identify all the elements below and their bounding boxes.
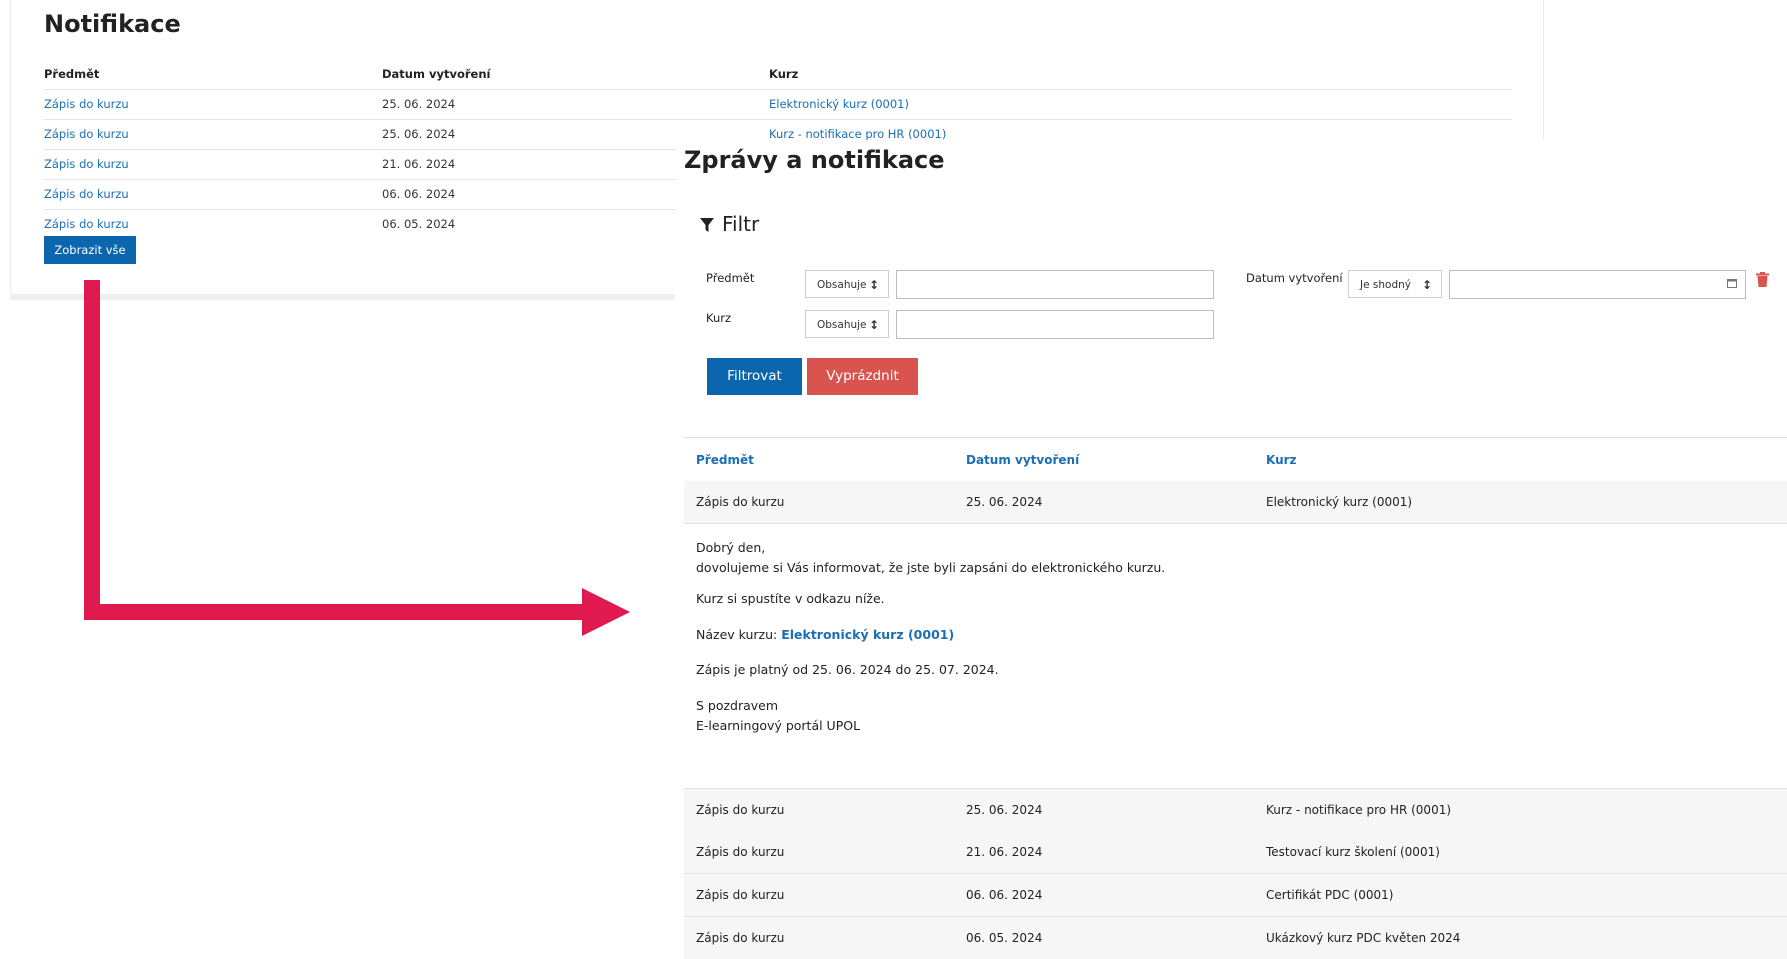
row-subject: Zápis do kurzu [696,845,785,859]
widget-row-date: 06. 05. 2024 [382,217,456,231]
row-date: 21. 06. 2024 [966,845,1043,859]
filter-course-operator-value: Obsahuje [817,319,867,331]
filter-heading: Filtr [700,212,759,238]
trash-icon[interactable] [1756,272,1769,291]
col-date-sort[interactable]: Datum vytvoření [966,438,1079,482]
detail-validity: Zápis je platný od 25. 06. 2024 do 25. 0… [696,662,999,677]
widget-row-subject-link[interactable]: Zápis do kurzu [44,120,129,149]
annotation-arrow-vertical [84,280,100,620]
table-row[interactable]: Zápis do kurzu 25. 06. 2024 Kurz - notif… [684,788,1787,832]
filter-date-operator[interactable]: Je shodný ↕ [1348,270,1442,298]
filter-subject-input[interactable] [896,270,1214,299]
col-course-sort[interactable]: Kurz [1266,438,1297,482]
select-arrows-icon: ↕ [868,278,879,292]
row-course: Testovací kurz školení (0001) [1266,845,1440,859]
widget-row-subject-link[interactable]: Zápis do kurzu [44,90,129,119]
widget-row-subject-link[interactable]: Zápis do kurzu [44,180,129,209]
filter-date-label: Datum vytvoření [1246,271,1343,285]
widget-table-header: Předmět Datum vytvoření Kurz [44,60,1512,90]
detail-course-name-label: Název kurzu: [696,627,782,642]
table-row[interactable]: Zápis do kurzu 21. 06. 2024 Testovací ku… [684,831,1787,874]
detail-course-name: Název kurzu: Elektronický kurz (0001) [696,625,954,645]
show-all-button[interactable]: Zobrazit vše [44,236,136,264]
row-course: Kurz - notifikace pro HR (0001) [1266,803,1452,817]
detail-course-link[interactable]: Elektronický kurz (0001) [781,627,954,642]
widget-row-date: 21. 06. 2024 [382,157,456,171]
table-row[interactable]: Zápis do kurzu 06. 06. 2024 Certifikát P… [684,874,1787,917]
row-course: Certifikát PDC (0001) [1266,888,1394,902]
filter-button[interactable]: Filtrovat [707,358,802,395]
detail-line1: dovolujeme si Vás informovat, že jste by… [696,560,1166,575]
messages-panel: Zprávy a notifikace Filtr Předmět Obsahu… [676,140,1787,959]
detail-closing: S pozdravem [696,698,779,713]
widget-row-date: 25. 06. 2024 [382,97,456,111]
widget-row-date: 25. 06. 2024 [382,127,456,141]
row-date: 06. 05. 2024 [966,931,1043,945]
widget-col-subject: Předmět [44,67,100,81]
row-subject: Zápis do kurzu [696,931,785,945]
table-row[interactable]: Zápis do kurzu 06. 05. 2024 Ukázkový kur… [684,917,1787,959]
row-subject: Zápis do kurzu [696,803,785,817]
widget-row-subject-link[interactable]: Zápis do kurzu [44,210,129,239]
calendar-icon[interactable] [1727,278,1737,291]
filter-date-operator-value: Je shodný [1360,279,1411,291]
filter-course-operator[interactable]: Obsahuje ↕ [805,310,889,338]
col-subject-sort[interactable]: Předmět [696,438,754,482]
annotation-arrow-head [582,588,630,636]
widget-bottom-border [10,294,675,300]
widget-border-right [1543,0,1544,145]
widget-title: Notifikace [44,10,181,38]
widget-table-row: Zápis do kurzu 25. 06. 2024 Elektronický… [44,90,1512,120]
widget-col-course: Kurz [769,67,799,81]
clear-button[interactable]: Vyprázdnit [807,358,918,395]
filter-course-input[interactable] [896,310,1214,339]
row-date: 25. 06. 2024 [966,495,1043,509]
select-arrows-icon: ↕ [868,318,879,332]
detail-greeting: Dobrý den, [696,540,766,555]
widget-col-date: Datum vytvoření [382,67,491,81]
page-title: Zprávy a notifikace [684,146,945,174]
widget-border-left [10,0,11,300]
detail-line2: Kurz si spustíte v odkazu níže. [696,591,885,606]
filter-heading-label: Filtr [722,212,760,236]
filter-course-label: Kurz [706,311,732,325]
row-date: 25. 06. 2024 [966,803,1043,817]
widget-row-subject-link[interactable]: Zápis do kurzu [44,150,129,179]
filter-subject-operator[interactable]: Obsahuje ↕ [805,270,889,298]
table-row-expanded[interactable]: Zápis do kurzu 25. 06. 2024 Elektronický… [684,481,1787,524]
filter-date-input[interactable] [1449,270,1746,299]
row-subject: Zápis do kurzu [696,888,785,902]
row-course: Elektronický kurz (0001) [1266,495,1413,509]
widget-row-course-link[interactable]: Elektronický kurz (0001) [769,90,909,119]
filter-icon [700,214,714,238]
messages-table-header: Předmět Datum vytvoření Kurz [684,437,1787,483]
detail-signature: E-learningový portál UPOL [696,718,861,733]
row-subject: Zápis do kurzu [696,495,785,509]
select-arrows-icon: ↕ [1421,278,1432,292]
row-course: Ukázkový kurz PDC květen 2024 [1266,931,1461,945]
annotation-arrow-horizontal [84,604,590,620]
filter-subject-label: Předmět [706,271,755,285]
widget-row-date: 06. 06. 2024 [382,187,456,201]
row-date: 06. 06. 2024 [966,888,1043,902]
filter-subject-operator-value: Obsahuje [817,279,867,291]
